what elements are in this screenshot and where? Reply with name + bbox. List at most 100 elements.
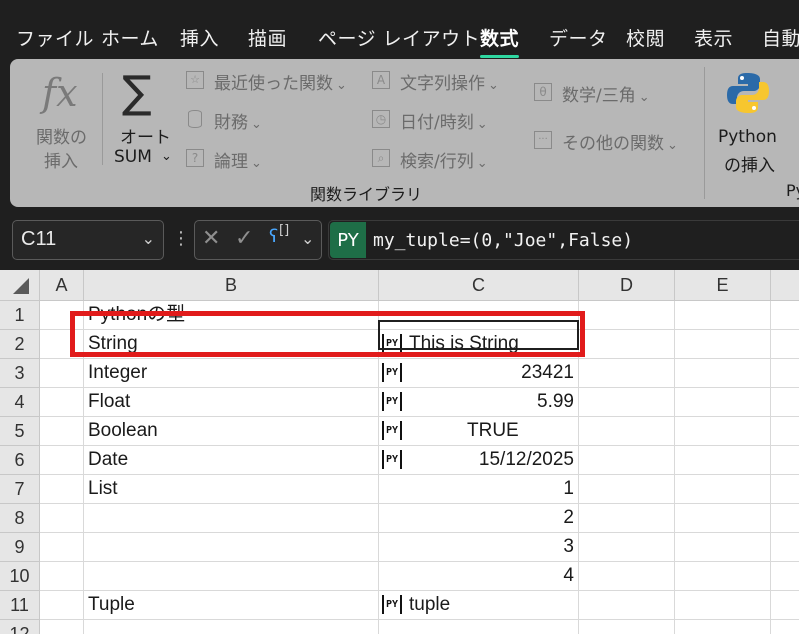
cell-e5[interactable]: [675, 417, 771, 446]
tab-home[interactable]: ホーム: [101, 24, 159, 51]
lookup-button[interactable]: ⌕ 検索/行列 ⌄: [372, 147, 522, 173]
row-header-4[interactable]: 4: [0, 388, 40, 417]
insert-function-button[interactable]: fx 関数の 挿入: [10, 67, 100, 177]
cancel-icon[interactable]: ✕: [202, 226, 220, 251]
column-header-d[interactable]: D: [579, 270, 675, 301]
python-cell-icon[interactable]: PY: [382, 363, 403, 382]
date-time-button[interactable]: ◷ 日付/時刻 ⌄: [372, 108, 522, 134]
cell-e2[interactable]: [675, 330, 771, 359]
cell-d7[interactable]: [579, 475, 675, 504]
cell-c3[interactable]: PY 23421: [379, 359, 579, 388]
tab-draw[interactable]: 描画: [248, 24, 287, 51]
cell-a8[interactable]: [40, 504, 84, 533]
row-header-10[interactable]: 10: [0, 562, 40, 591]
chevron-down-icon[interactable]: ⌄: [142, 229, 155, 248]
cell-d12[interactable]: [579, 620, 675, 634]
column-header-a[interactable]: A: [40, 270, 84, 301]
formula-text[interactable]: my_tuple=(0,"Joe",False): [373, 230, 633, 251]
row-header-1[interactable]: 1: [0, 301, 40, 330]
tab-automate[interactable]: 自動: [762, 24, 799, 51]
row-header-3[interactable]: 3: [0, 359, 40, 388]
cell-d11[interactable]: [579, 591, 675, 620]
cell-f7[interactable]: [771, 475, 799, 504]
tab-file[interactable]: ファイル: [16, 24, 94, 51]
cell-f9[interactable]: [771, 533, 799, 562]
cell-d1[interactable]: [579, 301, 675, 330]
cell-e3[interactable]: [675, 359, 771, 388]
cell-b9[interactable]: [84, 533, 379, 562]
python-mode-badge[interactable]: PY: [330, 222, 366, 258]
math-trig-button[interactable]: θ 数学/三角 ⌄: [534, 81, 674, 107]
row-header-8[interactable]: 8: [0, 504, 40, 533]
cell-e11[interactable]: [675, 591, 771, 620]
cell-b6[interactable]: Date: [84, 446, 379, 475]
python-cell-icon[interactable]: PY: [382, 421, 403, 440]
cell-c8[interactable]: 2: [379, 504, 579, 533]
cell-f8[interactable]: [771, 504, 799, 533]
cell-b7[interactable]: List: [84, 475, 379, 504]
tab-insert[interactable]: 挿入: [180, 24, 219, 51]
cell-f1[interactable]: [771, 301, 799, 330]
cell-b4[interactable]: Float: [84, 388, 379, 417]
cell-d5[interactable]: [579, 417, 675, 446]
name-box[interactable]: C11 ⌄: [12, 220, 164, 260]
cell-e4[interactable]: [675, 388, 771, 417]
tab-formulas[interactable]: 数式: [480, 24, 520, 58]
cell-b3[interactable]: Integer: [84, 359, 379, 388]
row-header-5[interactable]: 5: [0, 417, 40, 446]
row-header-6[interactable]: 6: [0, 446, 40, 475]
cell-d10[interactable]: [579, 562, 675, 591]
financial-button[interactable]: 財務 ⌄: [186, 108, 286, 134]
cell-a10[interactable]: [40, 562, 84, 591]
row-header-7[interactable]: 7: [0, 475, 40, 504]
cell-e7[interactable]: [675, 475, 771, 504]
row-header-9[interactable]: 9: [0, 533, 40, 562]
cell-d8[interactable]: [579, 504, 675, 533]
tab-view[interactable]: 表示: [694, 24, 733, 51]
row-header-12[interactable]: 12: [0, 620, 40, 634]
cell-c6[interactable]: PY 15/12/2025: [379, 446, 579, 475]
text-functions-button[interactable]: A 文字列操作 ⌄: [372, 69, 522, 95]
more-functions-button[interactable]: ··· その他の関数 ⌄: [534, 129, 694, 155]
cell-a12[interactable]: [40, 620, 84, 634]
cell-e12[interactable]: [675, 620, 771, 634]
cell-f5[interactable]: [771, 417, 799, 446]
cell-e10[interactable]: [675, 562, 771, 591]
tab-review[interactable]: 校閲: [626, 24, 665, 51]
cell-a9[interactable]: [40, 533, 84, 562]
python-cell-icon[interactable]: PY: [382, 392, 403, 411]
cell-e8[interactable]: [675, 504, 771, 533]
cell-a11[interactable]: [40, 591, 84, 620]
tab-data[interactable]: データ: [549, 24, 608, 51]
recent-functions-button[interactable]: ☆ 最近使った関数 ⌄: [186, 69, 356, 95]
cell-a6[interactable]: [40, 446, 84, 475]
cell-d9[interactable]: [579, 533, 675, 562]
cell-f12[interactable]: [771, 620, 799, 634]
column-header-b[interactable]: B: [84, 270, 379, 301]
cell-c5[interactable]: PY TRUE: [379, 417, 579, 446]
row-header-2[interactable]: 2: [0, 330, 40, 359]
cell-b12[interactable]: [84, 620, 379, 634]
cell-c4[interactable]: PY 5.99: [379, 388, 579, 417]
chevron-down-icon[interactable]: ⌄: [301, 229, 314, 248]
column-header-c[interactable]: C: [379, 270, 579, 301]
python-cell-icon[interactable]: PY: [382, 595, 403, 614]
cell-d4[interactable]: [579, 388, 675, 417]
select-all-corner[interactable]: [0, 270, 40, 301]
column-header-e[interactable]: E: [675, 270, 771, 301]
cell-b8[interactable]: [84, 504, 379, 533]
cell-f4[interactable]: [771, 388, 799, 417]
column-header-partial[interactable]: [771, 270, 799, 301]
enter-check-icon[interactable]: ✓: [235, 226, 253, 251]
cell-d6[interactable]: [579, 446, 675, 475]
cell-e1[interactable]: [675, 301, 771, 330]
cell-a3[interactable]: [40, 359, 84, 388]
cell-c10[interactable]: 4: [379, 562, 579, 591]
cell-d2[interactable]: [579, 330, 675, 359]
cell-e9[interactable]: [675, 533, 771, 562]
cell-a4[interactable]: [40, 388, 84, 417]
autosum-button[interactable]: ∑ オート SUM ⌄: [106, 67, 184, 177]
cell-f11[interactable]: [771, 591, 799, 620]
insert-python-button[interactable]: Python の挿入: [712, 67, 792, 177]
python-output-icon[interactable]: ʕ: [269, 226, 278, 247]
